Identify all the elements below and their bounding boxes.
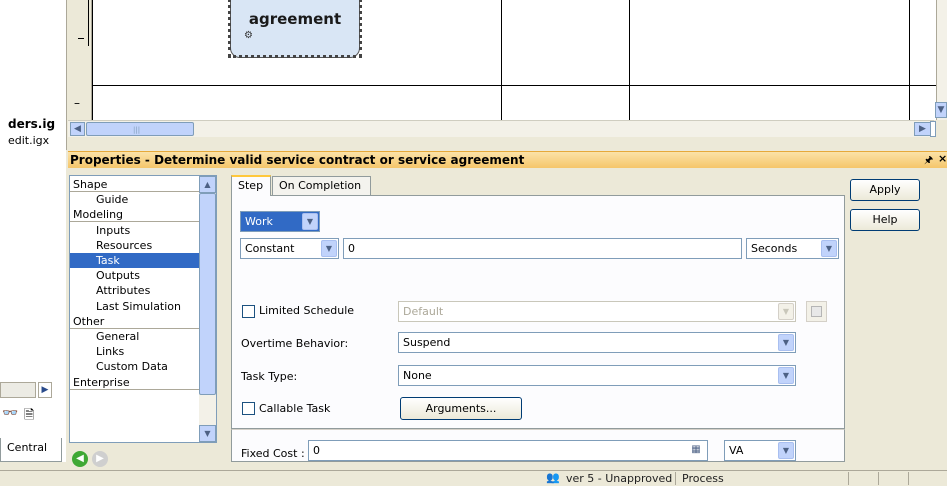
forward-arrow-icon[interactable]: ▶: [92, 451, 108, 467]
fixed-cost-label: Fixed Cost :: [241, 447, 305, 460]
scroll-left-icon[interactable]: ◀: [70, 122, 85, 136]
scroll-right-icon[interactable]: ▶: [38, 382, 52, 398]
status-divider: [675, 472, 676, 485]
category-item[interactable]: General: [70, 329, 201, 344]
category-list[interactable]: Shape Guide Modeling Inputs Resources Task Out…: [69, 175, 217, 443]
duration-type-value: Constant: [245, 242, 295, 255]
close-icon[interactable]: ×: [938, 152, 947, 165]
status-bar: [0, 470, 947, 486]
swimlane-divider: [629, 0, 630, 120]
scroll-end: [930, 121, 936, 137]
ruler-minus: –: [74, 96, 80, 110]
apply-button[interactable]: Apply: [850, 179, 920, 201]
task-type-label: Task Type:: [241, 370, 298, 383]
swimlane-divider: [909, 0, 910, 120]
selection-outline: [228, 0, 362, 58]
limited-schedule-label: Limited Schedule: [259, 304, 355, 317]
category-item[interactable]: Inputs: [70, 223, 201, 238]
explorer-file-item[interactable]: edit.igx: [8, 134, 49, 147]
chevron-down-icon[interactable]: ▼: [302, 213, 318, 230]
document-icon[interactable]: 🗎: [24, 406, 34, 428]
chevron-down-icon[interactable]: ▼: [821, 240, 837, 257]
category-group[interactable]: Enterprise: [70, 375, 201, 390]
category-item[interactable]: Task: [70, 253, 201, 268]
status-divider: [878, 472, 879, 485]
work-type-value: Work: [245, 215, 273, 228]
chevron-down-icon: ▼: [778, 303, 794, 320]
work-type-select[interactable]: Work ▼: [240, 211, 320, 232]
status-divider: [908, 472, 909, 485]
dock-scroll-track: [0, 382, 36, 398]
ruler-line: [88, 0, 89, 46]
scroll-right-icon[interactable]: ▶: [914, 122, 931, 136]
chevron-down-icon[interactable]: ▼: [778, 442, 794, 459]
tab-central[interactable]: Central: [0, 438, 62, 462]
scroll-down-icon[interactable]: ▼: [935, 102, 947, 118]
pin-icon[interactable]: 🖈: [924, 153, 933, 170]
category-item[interactable]: Outputs: [70, 268, 201, 283]
tab-on-completion[interactable]: On Completion: [272, 176, 371, 196]
category-group[interactable]: Shape: [70, 177, 201, 192]
task-gear-icon: ⚙: [244, 30, 253, 41]
dock-toolbar: 👓 🗎: [0, 403, 66, 427]
scroll-thumb[interactable]: [199, 193, 216, 395]
category-group[interactable]: Modeling: [70, 207, 201, 222]
limited-schedule-checkbox[interactable]: [242, 305, 255, 318]
overtime-select[interactable]: Suspend ▼: [398, 332, 796, 353]
duration-value-input[interactable]: 0: [343, 238, 742, 259]
scroll-up-icon[interactable]: ▲: [199, 176, 216, 193]
process-canvas[interactable]: [68, 0, 936, 120]
status-mode: Process: [682, 472, 724, 485]
category-item[interactable]: Resources: [70, 238, 201, 253]
chevron-down-icon[interactable]: ▼: [778, 367, 794, 384]
status-version: ver 5 - Unapproved: [566, 472, 673, 485]
schedule-value: Default: [403, 305, 444, 318]
duration-unit-select[interactable]: Seconds ▼: [746, 238, 839, 259]
ruler-mark: [78, 38, 84, 39]
tab-step[interactable]: Step: [231, 175, 271, 196]
arguments-button[interactable]: Arguments...: [400, 397, 522, 420]
swimlane-divider: [92, 85, 936, 86]
callable-task-checkbox[interactable]: [242, 402, 255, 415]
fixed-cost-input[interactable]: 0: [308, 440, 708, 461]
overtime-label: Overtime Behavior:: [241, 337, 349, 350]
callable-task-label: Callable Task: [259, 402, 331, 415]
calendar-icon: [811, 306, 822, 317]
task-label: agreement: [248, 10, 342, 28]
category-item[interactable]: Guide: [70, 192, 201, 207]
duration-unit-value: Seconds: [751, 242, 798, 255]
schedule-select: Default ▼: [398, 301, 796, 322]
swimlane-divider: [501, 0, 502, 120]
category-item[interactable]: Attributes: [70, 283, 201, 298]
help-button[interactable]: Help: [850, 209, 920, 231]
grip-icon: |||: [133, 126, 141, 134]
category-item[interactable]: Custom Data: [70, 359, 201, 374]
calculator-icon[interactable]: ▦: [688, 442, 704, 458]
duration-type-select[interactable]: Constant ▼: [240, 238, 339, 259]
canvas-horizontal-scrollbar[interactable]: [68, 120, 934, 137]
category-group[interactable]: Other: [70, 314, 201, 329]
back-arrow-icon[interactable]: ◀: [72, 451, 88, 467]
chevron-down-icon[interactable]: ▼: [778, 334, 794, 351]
scroll-down-icon[interactable]: ▼: [199, 425, 216, 442]
users-icon: 👥: [546, 471, 560, 484]
binoculars-icon[interactable]: 👓: [2, 406, 18, 421]
task-type-value: None: [403, 369, 432, 382]
overtime-value: Suspend: [403, 336, 451, 349]
status-divider: [848, 472, 849, 485]
category-item[interactable]: Links: [70, 344, 201, 359]
chevron-down-icon[interactable]: ▼: [321, 240, 337, 257]
task-type-select[interactable]: None ▼: [398, 365, 796, 386]
swimlane-divider: [92, 0, 93, 120]
currency-value: VA: [729, 444, 744, 457]
properties-title: Properties - Determine valid service con…: [68, 151, 947, 168]
currency-select[interactable]: VA ▼: [724, 440, 796, 461]
explorer-file-item[interactable]: ders.ig: [8, 117, 55, 131]
category-item[interactable]: Last Simulation: [70, 299, 201, 314]
